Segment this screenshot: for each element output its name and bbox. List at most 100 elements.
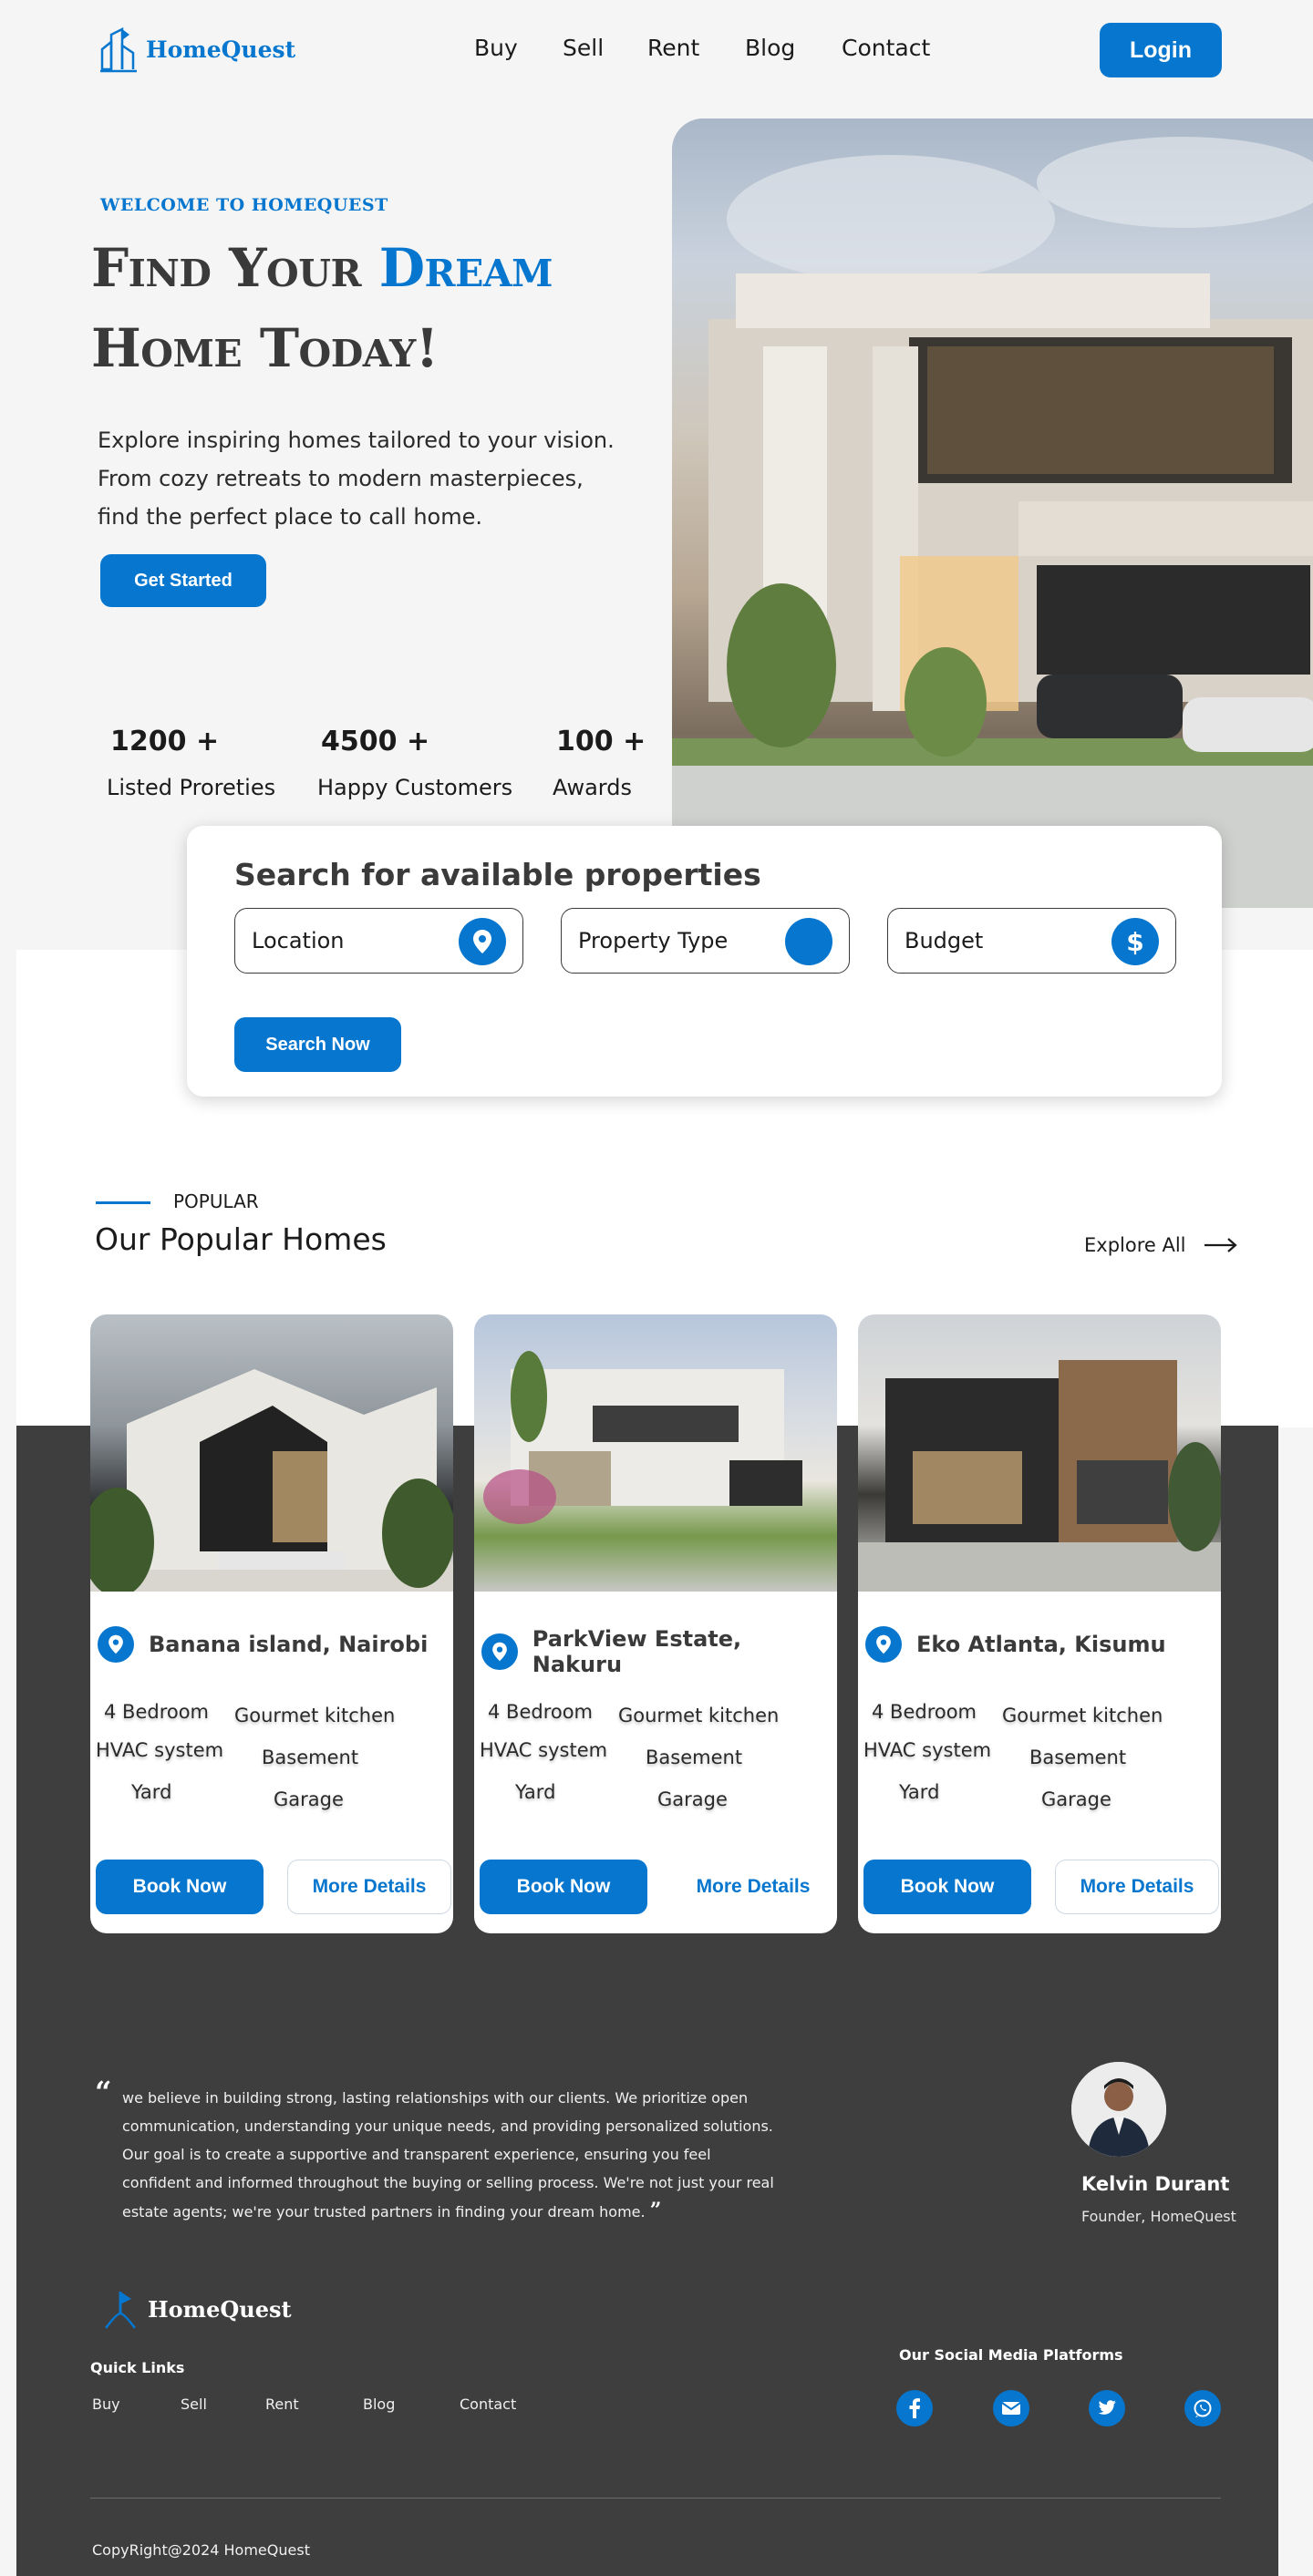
flag-logo-icon bbox=[105, 2292, 136, 2329]
footer-link-blog[interactable]: Blog bbox=[363, 2396, 395, 2413]
book-now-button[interactable]: Book Now bbox=[863, 1860, 1031, 1914]
facebook-icon[interactable] bbox=[896, 2390, 933, 2427]
quick-links-title: Quick Links bbox=[90, 2359, 185, 2376]
feature-item: Yard bbox=[515, 1781, 556, 1803]
person-avatar-icon bbox=[1071, 2062, 1166, 2157]
testimonial-body: we believe in building strong, lasting r… bbox=[122, 2089, 774, 2221]
more-details-button[interactable]: More Details bbox=[671, 1860, 835, 1914]
location-pin-icon bbox=[865, 1626, 902, 1663]
footer-link-contact[interactable]: Contact bbox=[460, 2396, 516, 2413]
feature-item: Garage bbox=[274, 1788, 344, 1810]
hero-title-line2: Home Today! bbox=[91, 317, 439, 379]
hero-house-image bbox=[672, 118, 1313, 908]
feature-item: Basement bbox=[646, 1747, 743, 1768]
book-now-button[interactable]: Book Now bbox=[96, 1860, 264, 1914]
more-details-button[interactable]: More Details bbox=[1055, 1860, 1219, 1914]
feature-item: Gourmet kitchen bbox=[1002, 1705, 1163, 1726]
open-quote-icon: “ bbox=[95, 2075, 112, 2109]
nav-sell[interactable]: Sell bbox=[563, 35, 604, 61]
book-now-button[interactable]: Book Now bbox=[480, 1860, 647, 1914]
footer-brand-logo[interactable]: HomeQuest bbox=[102, 2286, 292, 2332]
testimonial-author-name: Kelvin Durant bbox=[1081, 2173, 1230, 2195]
search-title: Search for available properties bbox=[234, 857, 761, 892]
property-type-field[interactable]: Property Type bbox=[561, 908, 850, 974]
location-field-label: Location bbox=[252, 928, 345, 953]
budget-field[interactable]: Budget $ bbox=[887, 908, 1176, 974]
testimonial-author-role: Founder, HomeQuest bbox=[1081, 2208, 1236, 2225]
social-title: Our Social Media Platforms bbox=[899, 2346, 1123, 2364]
feature-item: Yard bbox=[899, 1781, 940, 1803]
feature-item: HVAC system bbox=[863, 1739, 992, 1761]
hero-description: Explore inspiring homes tailored to your… bbox=[98, 428, 615, 530]
hero-title-part1: Find Your bbox=[91, 237, 379, 299]
property-card: ParkView Estate, Nakuru 4 Bedroom HVAC s… bbox=[474, 1314, 837, 1933]
feature-item: Gourmet kitchen bbox=[234, 1705, 396, 1726]
explore-all-link[interactable]: Explore All bbox=[1084, 1234, 1237, 1256]
footer-link-buy[interactable]: Buy bbox=[92, 2396, 120, 2413]
feature-item: Garage bbox=[657, 1788, 728, 1810]
location-pin-icon bbox=[98, 1626, 134, 1663]
search-now-button[interactable]: Search Now bbox=[234, 1017, 401, 1072]
nav-rent[interactable]: Rent bbox=[647, 35, 699, 61]
whatsapp-icon[interactable] bbox=[1184, 2390, 1221, 2427]
feature-item: HVAC system bbox=[480, 1739, 608, 1761]
feature-item: 4 Bedroom bbox=[488, 1701, 594, 1723]
property-image bbox=[90, 1314, 453, 1597]
login-button[interactable]: Login bbox=[1100, 23, 1222, 77]
property-image bbox=[858, 1314, 1221, 1592]
stat-awards-label: Awards bbox=[553, 775, 632, 800]
footer-brand-name: HomeQuest bbox=[148, 2295, 292, 2323]
avatar bbox=[1071, 2062, 1166, 2157]
stat-customers-value: 4500 + bbox=[321, 726, 430, 757]
nav-contact[interactable]: Contact bbox=[842, 35, 930, 61]
feature-item: HVAC system bbox=[96, 1739, 224, 1761]
hero-title: Find Your Dream Home Today! bbox=[91, 228, 553, 388]
property-search-card: Search for available properties Location… bbox=[187, 826, 1222, 1097]
stat-awards-value: 100 + bbox=[556, 726, 646, 757]
feature-item: 4 Bedroom bbox=[872, 1701, 977, 1723]
testimonial-text: we believe in building strong, lasting r… bbox=[122, 2084, 779, 2226]
explore-all-label: Explore All bbox=[1084, 1234, 1186, 1256]
section-accent-line bbox=[96, 1201, 150, 1204]
brand-name: HomeQuest bbox=[146, 36, 296, 63]
property-location-label: Eko Atlanta, Kisumu bbox=[916, 1632, 1166, 1657]
feature-item: 4 Bedroom bbox=[104, 1701, 210, 1723]
footer-divider bbox=[90, 2498, 1221, 2499]
close-quote-icon: ” bbox=[649, 2199, 662, 2222]
property-location: ParkView Estate, Nakuru bbox=[481, 1626, 837, 1677]
popular-kicker: POPULAR bbox=[173, 1190, 259, 1212]
house-logo-icon bbox=[100, 26, 137, 73]
popular-title: Our Popular Homes bbox=[95, 1221, 387, 1257]
footer-link-sell[interactable]: Sell bbox=[181, 2396, 207, 2413]
feature-item: Garage bbox=[1041, 1788, 1111, 1810]
hero-kicker: WELCOME TO HOMEQUEST bbox=[100, 195, 388, 215]
property-image bbox=[474, 1314, 837, 1592]
get-started-button[interactable]: Get Started bbox=[100, 554, 266, 607]
brand-logo[interactable]: HomeQuest bbox=[98, 26, 295, 73]
more-details-button[interactable]: More Details bbox=[287, 1860, 451, 1914]
twitter-icon[interactable] bbox=[1089, 2390, 1125, 2427]
modern-house-illustration bbox=[672, 137, 1313, 908]
location-pin-icon bbox=[459, 918, 506, 965]
property-card: Eko Atlanta, Kisumu 4 Bedroom HVAC syste… bbox=[858, 1314, 1221, 1933]
location-field[interactable]: Location bbox=[234, 908, 523, 974]
property-location-label: Banana island, Nairobi bbox=[149, 1632, 429, 1657]
property-location-label: ParkView Estate, Nakuru bbox=[532, 1626, 742, 1677]
stat-listed-label: Listed Proreties bbox=[107, 775, 276, 800]
hero-title-highlight: Dream bbox=[378, 237, 553, 299]
feature-item: Yard bbox=[131, 1781, 172, 1803]
nav-blog[interactable]: Blog bbox=[745, 35, 795, 61]
arrow-right-icon bbox=[1204, 1238, 1237, 1252]
email-icon[interactable] bbox=[993, 2390, 1029, 2427]
property-type-field-label: Property Type bbox=[578, 928, 729, 953]
copyright-text: CopyRight@2024 HomeQuest bbox=[92, 2541, 310, 2559]
nav-buy[interactable]: Buy bbox=[474, 35, 518, 61]
property-location: Banana island, Nairobi bbox=[98, 1626, 428, 1663]
property-location: Eko Atlanta, Kisumu bbox=[865, 1626, 1166, 1663]
dollar-icon: $ bbox=[1111, 918, 1159, 965]
footer-link-rent[interactable]: Rent bbox=[265, 2396, 299, 2413]
property-card: Banana island, Nairobi 4 Bedroom HVAC sy… bbox=[90, 1314, 453, 1933]
stat-listed-value: 1200 + bbox=[110, 726, 220, 757]
feature-item: Basement bbox=[1029, 1747, 1127, 1768]
feature-item: Basement bbox=[262, 1747, 359, 1768]
